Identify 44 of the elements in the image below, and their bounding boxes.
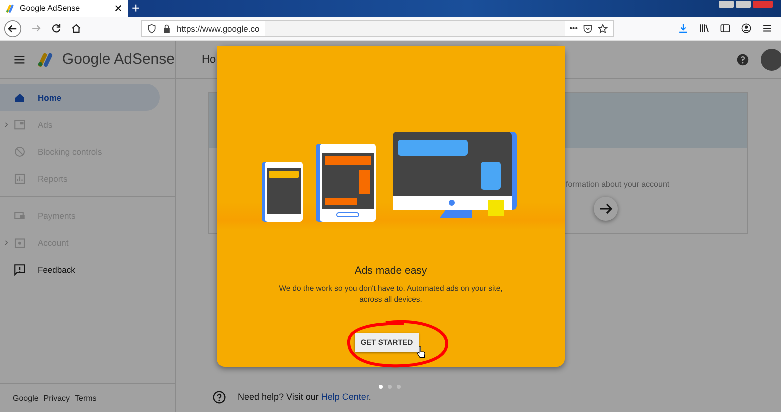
menu-icon[interactable] — [762, 23, 773, 34]
tab-title: Google AdSense — [20, 4, 82, 13]
block-icon — [14, 146, 26, 158]
adsense-logo-icon — [6, 4, 16, 13]
app-name: Google AdSense — [62, 51, 175, 68]
close-icon[interactable] — [115, 5, 122, 12]
library-icon[interactable] — [699, 23, 710, 34]
page-actions-button[interactable]: ••• — [570, 24, 578, 33]
avatar[interactable] — [761, 48, 781, 70]
dialog-title: Ads made easy — [354, 264, 428, 277]
help-text: Need help? Visit our Help Center. — [238, 392, 372, 402]
hand-cursor-icon — [416, 346, 426, 359]
help-icon — [213, 390, 226, 404]
sidebar-icon[interactable] — [720, 23, 731, 34]
new-tab-button[interactable]: + — [128, 0, 144, 17]
sidebar-item[interactable]: Home — [0, 84, 160, 111]
page-dot[interactable] — [379, 385, 383, 389]
payment-icon — [14, 210, 26, 222]
footer-link[interactable]: Privacy — [44, 394, 70, 402]
footer-link[interactable]: Terms — [75, 394, 97, 402]
pocket-icon[interactable] — [583, 24, 593, 34]
star-icon[interactable] — [598, 24, 608, 34]
account-icon[interactable] — [741, 23, 752, 34]
ad-icon — [14, 118, 26, 130]
back-button[interactable] — [4, 20, 22, 38]
adsense-logo-icon — [37, 52, 56, 68]
shield-icon — [147, 24, 157, 34]
help-icon[interactable] — [737, 54, 749, 66]
menu-icon[interactable] — [14, 54, 26, 64]
download-icon[interactable] — [678, 23, 689, 34]
address-bar[interactable]: https://www.google.co ••• — [141, 20, 614, 37]
lock-icon — [162, 24, 172, 34]
card-text: formation about your account — [566, 180, 671, 189]
home-icon[interactable] — [71, 23, 82, 34]
footer-link[interactable]: Google — [13, 394, 39, 402]
feedback-icon — [14, 264, 26, 276]
chart-icon — [14, 172, 26, 184]
home-icon — [14, 92, 26, 104]
sidebar-item[interactable]: Feedback — [0, 256, 160, 283]
browser-tab[interactable]: Google AdSense — [0, 0, 128, 17]
reload-icon[interactable] — [51, 23, 62, 34]
url-text: https://www.google.co — [177, 24, 260, 34]
page-title: Ho — [202, 54, 216, 66]
help-center-link[interactable]: Help Center — [321, 392, 369, 402]
